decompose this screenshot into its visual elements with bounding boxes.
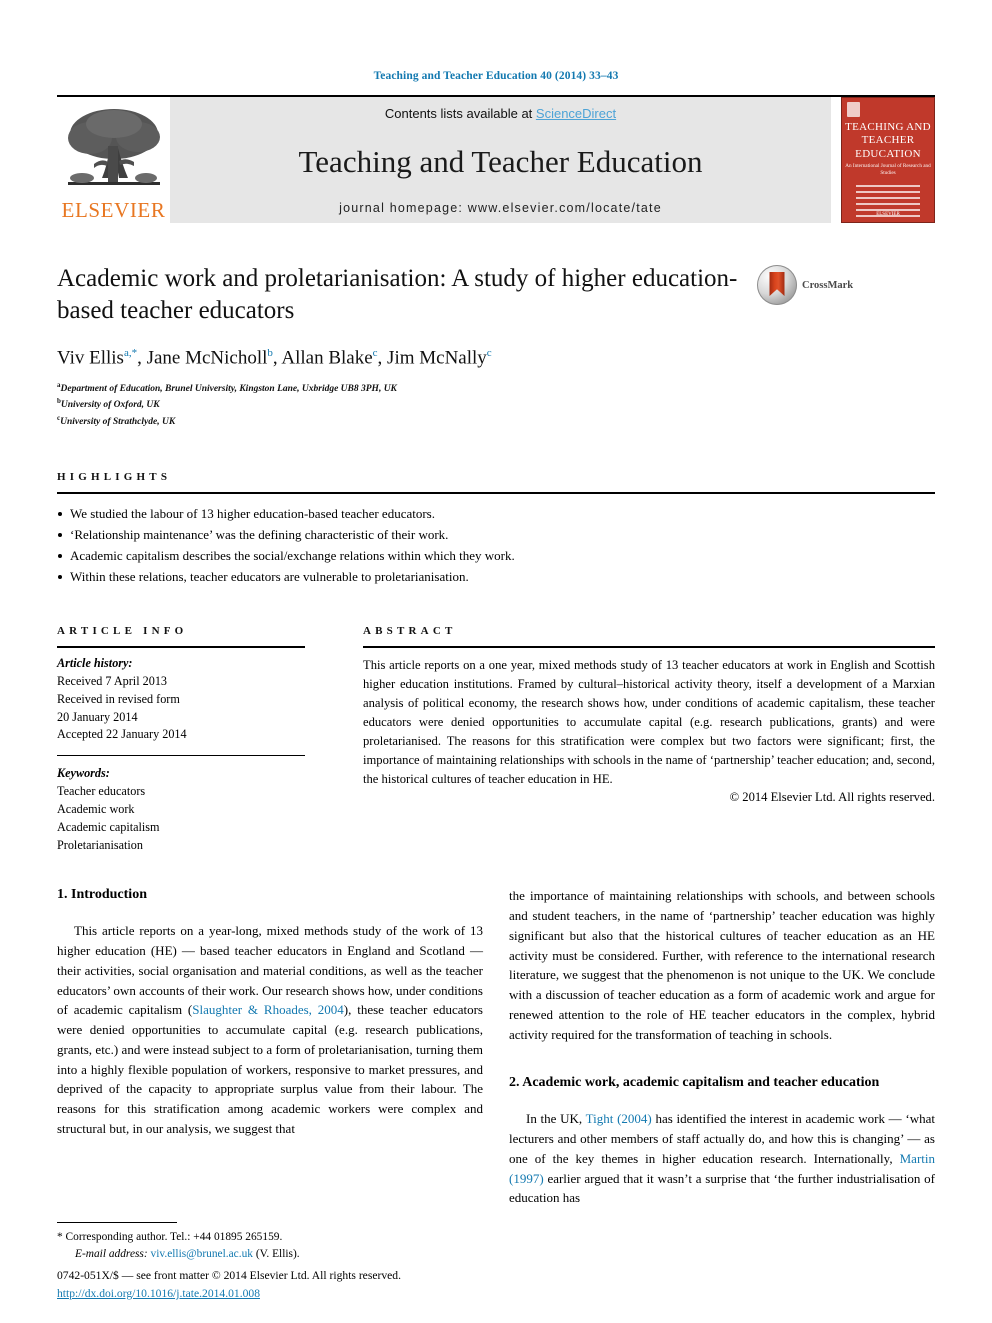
journal-masthead: ELSEVIER Contents lists available at Sci…: [57, 95, 935, 223]
journal-title: Teaching and Teacher Education: [298, 143, 703, 179]
doi-link[interactable]: http://dx.doi.org/10.1016/j.tate.2014.01…: [57, 1287, 260, 1300]
affiliation-a: aDepartment of Education, Brunel Univers…: [57, 380, 757, 396]
highlights-section: HIGHLIGHTS We studied the labour of 13 h…: [57, 471, 935, 587]
intro-paragraph-left: This article reports on a year-long, mix…: [57, 921, 483, 1138]
body-column-left: 1. Introduction This article reports on …: [57, 886, 483, 1208]
section-1-heading: 1. Introduction: [57, 887, 147, 903]
article-history: Article history: Received 7 April 2013 R…: [57, 648, 305, 744]
history-line: Accepted 22 January 2014: [57, 727, 187, 742]
section-2-heading: 2. Academic work, academic capitalism an…: [509, 1075, 880, 1091]
journal-banner: Contents lists available at ScienceDirec…: [170, 97, 831, 223]
elsevier-tree-icon: [64, 104, 164, 200]
affiliation-b: bUniversity of Oxford, UK: [57, 396, 757, 412]
cover-title: TEACHING AND TEACHER EDUCATION: [845, 121, 931, 160]
highlights-list: We studied the labour of 13 higher educa…: [57, 494, 935, 587]
issn-front-matter-line: 0742-051X/$ — see front matter © 2014 El…: [57, 1269, 401, 1283]
history-line: Received in revised form: [57, 691, 180, 706]
keyword-item: Academic work: [57, 801, 135, 816]
elsevier-wordmark: ELSEVIER: [61, 198, 166, 222]
history-line: Received 7 April 2013: [57, 674, 168, 689]
title-block: Academic work and proletarianisation: A …: [57, 263, 935, 429]
article-info-heading: ARTICLE INFO: [57, 625, 188, 638]
section-2-paragraph: In the UK, Tight (2004) has identified t…: [509, 1109, 935, 1208]
running-head: Teaching and Teacher Education 40 (2014)…: [373, 70, 619, 82]
corresponding-author-line: * Corresponding author. Tel.: +44 01895 …: [57, 1230, 283, 1243]
abstract-heading: ABSTRACT: [363, 625, 457, 638]
contents-prefix: Contents lists available at: [384, 106, 536, 121]
abstract-section: ABSTRACT This article reports on a one y…: [363, 625, 935, 854]
elsevier-logo: ELSEVIER: [57, 97, 170, 223]
affiliation-text-b: University of Oxford, UK: [60, 400, 160, 411]
corresponding-author-footnote: * Corresponding author. Tel.: +44 01895 …: [57, 1221, 494, 1263]
email-owner: (V. Ellis).: [255, 1247, 300, 1260]
cover-footer: ELSEVIER: [876, 211, 900, 217]
email-label: E-mail address:: [75, 1247, 148, 1260]
article-title: Academic work and proletarianisation: A …: [57, 265, 738, 324]
abstract-copyright: © 2014 Elsevier Ltd. All rights reserved…: [729, 790, 935, 805]
cover-subtitle: An International Journal of Research and…: [845, 163, 931, 176]
body-columns: 1. Introduction This article reports on …: [57, 886, 935, 1208]
keyword-item: Teacher educators: [57, 784, 146, 799]
publisher-footer: 0742-051X/$ — see front matter © 2014 El…: [57, 1267, 517, 1303]
email-line: E-mail address: viv.ellis@brunel.ac.uk (…: [57, 1246, 494, 1263]
keyword-item: Proletarianisation: [57, 837, 143, 852]
highlight-item: Academic capitalism describes the social…: [57, 545, 935, 566]
affiliation-list: aDepartment of Education, Brunel Univers…: [57, 380, 757, 429]
journal-homepage-link[interactable]: journal homepage: www.elsevier.com/locat…: [339, 201, 662, 215]
sciencedirect-link[interactable]: ScienceDirect: [536, 106, 616, 121]
highlight-item: We studied the labour of 13 higher educa…: [57, 503, 935, 524]
intro-text-b: ), these teacher educators were denied o…: [57, 1002, 483, 1136]
affiliation-text-c: University of Strathclyde, UK: [60, 416, 176, 427]
journal-cover-thumbnail[interactable]: TEACHING AND TEACHER EDUCATION An Intern…: [841, 97, 935, 223]
body-column-right: the importance of maintaining relationsh…: [509, 886, 935, 1208]
keyword-item: Academic capitalism: [57, 819, 160, 834]
cover-elsevier-mark-icon: [847, 102, 860, 117]
keywords-label: Keywords:: [57, 766, 110, 781]
highlight-item: ‘Relationship maintenance’ was the defin…: [57, 524, 935, 545]
affiliation-text-a: Department of Education, Brunel Universi…: [60, 383, 397, 394]
author-email-link[interactable]: viv.ellis@brunel.ac.uk: [151, 1248, 253, 1260]
highlights-heading: HIGHLIGHTS: [57, 471, 172, 484]
intro-paragraph-right: the importance of maintaining relationsh…: [509, 888, 935, 1042]
info-abstract-row: ARTICLE INFO Article history: Received 7…: [57, 625, 935, 854]
history-line: 20 January 2014: [57, 709, 138, 724]
footnote-rule: [57, 1221, 177, 1223]
article-history-label: Article history:: [57, 656, 133, 671]
sec2-text-c: earlier argued that it wasn’t a surprise…: [509, 1170, 935, 1206]
crossmark-icon: [757, 265, 797, 305]
contents-available-line: Contents lists available at ScienceDirec…: [385, 106, 616, 121]
article-first-page: Teaching and Teacher Education 40 (2014)…: [0, 0, 992, 1323]
sec2-text-a: In the UK,: [526, 1111, 586, 1127]
citation-tight-2004[interactable]: Tight (2004): [586, 1111, 652, 1126]
crossmark-label: CrossMark: [802, 279, 854, 291]
highlight-item: Within these relations, teacher educator…: [57, 566, 935, 587]
keywords-block: Keywords: Teacher educators Academic wor…: [57, 755, 305, 854]
abstract-text: This article reports on a one year, mixe…: [363, 658, 935, 786]
author-list: Viv Ellisa,*, Jane McNichollb, Allan Bla…: [57, 346, 492, 368]
citation-slaughter-rhoades[interactable]: Slaughter & Rhoades, 2004: [192, 1002, 344, 1017]
crossmark-badge[interactable]: CrossMark: [757, 265, 867, 305]
affiliation-c: cUniversity of Strathclyde, UK: [57, 413, 757, 429]
article-info-section: ARTICLE INFO Article history: Received 7…: [57, 625, 305, 854]
